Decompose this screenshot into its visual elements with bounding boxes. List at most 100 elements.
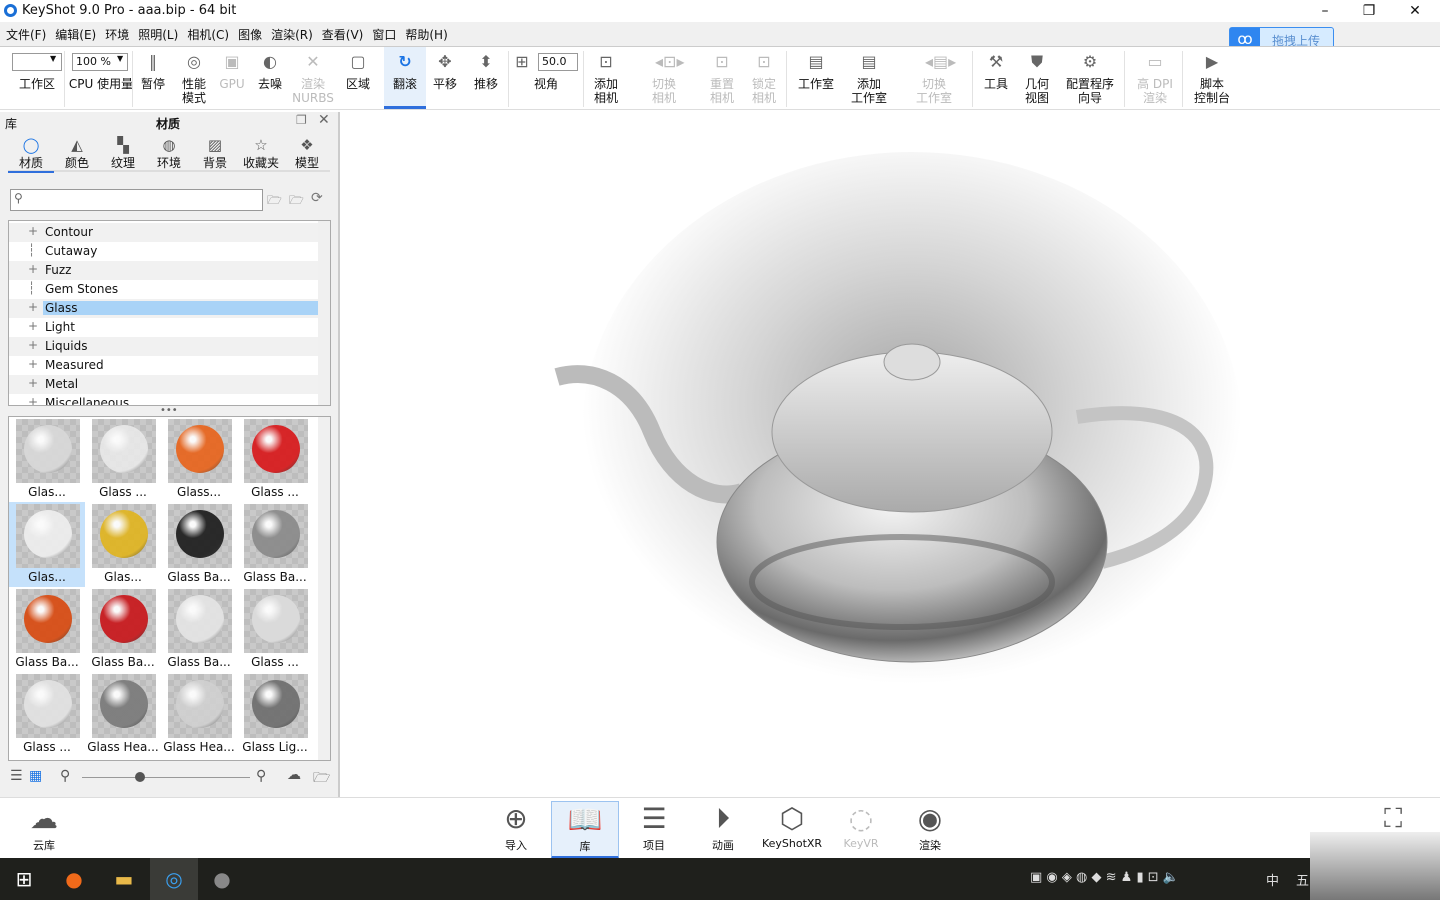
keyshot-taskbar-icon[interactable]: ◎ <box>150 858 198 900</box>
tree-item[interactable]: ┆ Gem Stones <box>9 280 318 299</box>
zoom-out-icon[interactable]: ⚲ <box>60 768 70 784</box>
float-panel-icon[interactable]: ❐ <box>296 113 307 127</box>
menu-item[interactable]: 照明(L) <box>132 22 181 43</box>
toolbar-tumble-button[interactable]: ↻ 翻滚 <box>384 47 426 109</box>
ime-mode[interactable]: 五 <box>1296 870 1309 889</box>
bottom-render-button[interactable]: ◉ 渲染 <box>896 801 964 859</box>
tree-item[interactable]: ┆ Cutaway <box>9 242 318 261</box>
toolbar-gpu-button[interactable]: ▣ GPU <box>216 47 248 109</box>
export-folder-icon[interactable]: 🗁 <box>313 767 330 791</box>
bottom-keyshotxr-button[interactable]: ⬡ KeyShotXR <box>758 801 826 859</box>
bottom-animation-button[interactable]: ⏵ 动画 <box>689 801 757 859</box>
tab-color[interactable]: ◭ 颜色 <box>54 136 100 171</box>
material-thumbnail[interactable]: Glas... <box>85 502 161 587</box>
material-thumbnail[interactable]: Glass ... <box>237 417 313 502</box>
menu-item[interactable]: 编辑(E) <box>49 22 99 43</box>
menu-item[interactable]: 相机(C) <box>181 22 232 43</box>
menu-item[interactable]: 渲染(R) <box>265 22 316 43</box>
tab-background[interactable]: ▨ 背景 <box>192 136 238 171</box>
user-app-icon[interactable]: ● <box>198 858 246 900</box>
material-thumbnail[interactable]: Glass ... <box>85 417 161 502</box>
toolbar-tools-button[interactable]: ⚒ 工具 <box>976 47 1016 109</box>
tree-item[interactable]: + Measured <box>9 356 318 375</box>
windows-start-icon[interactable]: ⊞ <box>0 858 48 900</box>
list-view-icon[interactable]: ☰ <box>10 768 23 784</box>
toolbar-add-camera-button[interactable]: ⊡ 添加 相机 <box>586 47 626 109</box>
material-thumbnail[interactable]: Glass... <box>161 417 237 502</box>
maximize-button[interactable]: ❐ <box>1346 0 1392 22</box>
tree-item[interactable]: + Glass <box>9 299 318 318</box>
grid-view-icon[interactable]: ▦ <box>29 768 42 784</box>
grid-scrollbar[interactable] <box>318 417 330 760</box>
material-thumbnail[interactable]: Glass Ba... <box>161 502 237 587</box>
menu-item[interactable]: 窗口 <box>366 22 399 43</box>
toolbar-lock-camera-button[interactable]: ⊡ 锁定 相机 <box>744 47 784 109</box>
toolbar-hidpi-button[interactable]: ▭ 高 DPI 渲染 <box>1132 47 1178 109</box>
material-thumbnail[interactable]: Glas... <box>9 502 85 587</box>
toolbar-configurator-button[interactable]: ⚙ 配置程序 向导 <box>1062 47 1118 109</box>
tab-favorites[interactable]: ☆ 收藏夹 <box>238 136 284 171</box>
toolbar-pause-button[interactable]: ‖ 暂停 <box>136 47 170 109</box>
tree-item[interactable]: + Contour <box>9 223 318 242</box>
menu-item[interactable]: 帮助(H) <box>399 22 450 43</box>
bottom-keyvr-button[interactable]: ◌ KeyVR <box>827 801 895 859</box>
dropdown-arrow-icon[interactable]: ▼ <box>50 54 56 63</box>
material-thumbnail[interactable]: Glass Ba... <box>9 587 85 672</box>
tab-texture[interactable]: ▚ 纹理 <box>100 136 146 171</box>
material-thumbnail[interactable]: Glass Ba... <box>85 587 161 672</box>
toolbar-pan-button[interactable]: ✥ 平移 <box>426 47 464 109</box>
fullscreen-region-icon[interactable]: ⛶ <box>1384 804 1402 835</box>
cloud-library-button[interactable]: ☁ 云库 <box>10 801 78 859</box>
slider-handle[interactable] <box>135 772 145 782</box>
material-thumbnail[interactable]: Glas... <box>9 417 85 502</box>
bottom-project-button[interactable]: ☰ 项目 <box>620 801 688 859</box>
material-thumbnail[interactable]: Glass ... <box>9 672 85 757</box>
tree-scrollbar[interactable] <box>318 221 330 405</box>
toolbar-region-button[interactable]: ▢ 区域 <box>338 47 378 109</box>
thumbnail-size-slider[interactable] <box>82 777 250 778</box>
zoom-in-icon[interactable]: ⚲ <box>256 768 266 784</box>
tray-icons[interactable]: ▣ ◉ ◈ ◍ ◆ ≋ ♟ ▮ ⊡ 🔈 <box>1030 870 1179 885</box>
toolbar-geometry-view-button[interactable]: ⛊ 几何 视图 <box>1016 47 1058 109</box>
material-thumbnail[interactable]: Glass Ba... <box>237 502 313 587</box>
menu-item[interactable]: 文件(F) <box>0 22 49 43</box>
render-viewport[interactable] <box>342 112 1440 797</box>
ime-indicator[interactable]: 中 <box>1266 870 1279 889</box>
refresh-icon[interactable]: ⟳ <box>311 190 323 206</box>
tab-model[interactable]: ❖ 模型 <box>284 136 330 171</box>
search-input[interactable]: ⚲ <box>10 189 263 211</box>
toolbar-nurbs-button[interactable]: ✕ 渲染 NURBS <box>292 47 334 109</box>
toolbar-studio-button[interactable]: ▤ 工作室 <box>794 47 838 109</box>
menu-item[interactable]: 环境 <box>99 22 132 43</box>
menu-item[interactable]: 图像 <box>232 22 265 43</box>
tab-environment[interactable]: ◍ 环境 <box>146 136 192 171</box>
toolbar-switch-studio-button[interactable]: ◂▤▸ 切换 工作室 <box>906 47 962 109</box>
import-folder-icon[interactable]: 🗁 <box>289 191 304 212</box>
tree-item[interactable]: + Fuzz <box>9 261 318 280</box>
toolbar-add-studio-button[interactable]: ▤ 添加 工作室 <box>846 47 892 109</box>
tree-item[interactable]: + Light <box>9 318 318 337</box>
add-folder-icon[interactable]: 🗁 <box>267 191 282 212</box>
firefox-icon[interactable]: ● <box>50 858 98 900</box>
splitter-handle[interactable]: ••• <box>160 405 178 416</box>
dropdown-arrow-icon[interactable]: ▼ <box>117 54 123 63</box>
material-thumbnail[interactable]: Glass Ba... <box>161 587 237 672</box>
close-panel-icon[interactable]: ✕ <box>318 112 330 128</box>
menu-item[interactable]: 查看(V) <box>316 22 367 43</box>
toolbar-denoise-button[interactable]: ◐ 去噪 <box>252 47 288 109</box>
material-thumbnail[interactable]: Glass Lig... <box>237 672 313 757</box>
material-thumbnail[interactable]: Glass Hea... <box>161 672 237 757</box>
bottom-import-button[interactable]: ⊕ 导入 <box>482 801 550 859</box>
toolbar-script-console-button[interactable]: ▶ 脚本 控制台 <box>1190 47 1234 109</box>
tree-item[interactable]: + Liquids <box>9 337 318 356</box>
material-thumbnail[interactable]: Glass Hea... <box>85 672 161 757</box>
bottom-library-book-button[interactable]: 📖 库 <box>551 801 619 859</box>
toolbar-performance-button[interactable]: ◎ 性能 模式 <box>174 47 214 109</box>
cloud-upload-icon[interactable]: ☁ <box>287 767 301 783</box>
minimize-button[interactable]: – <box>1302 0 1348 22</box>
toolbar-switch-camera-button[interactable]: ◂⊡▸ 切换 相机 <box>644 47 684 109</box>
file-explorer-icon[interactable]: ▬ <box>100 858 148 900</box>
tab-material[interactable]: ◯ 材质 <box>8 136 54 173</box>
field-of-view-input[interactable]: 50.0 <box>538 53 578 71</box>
tree-item[interactable]: + Metal <box>9 375 318 394</box>
